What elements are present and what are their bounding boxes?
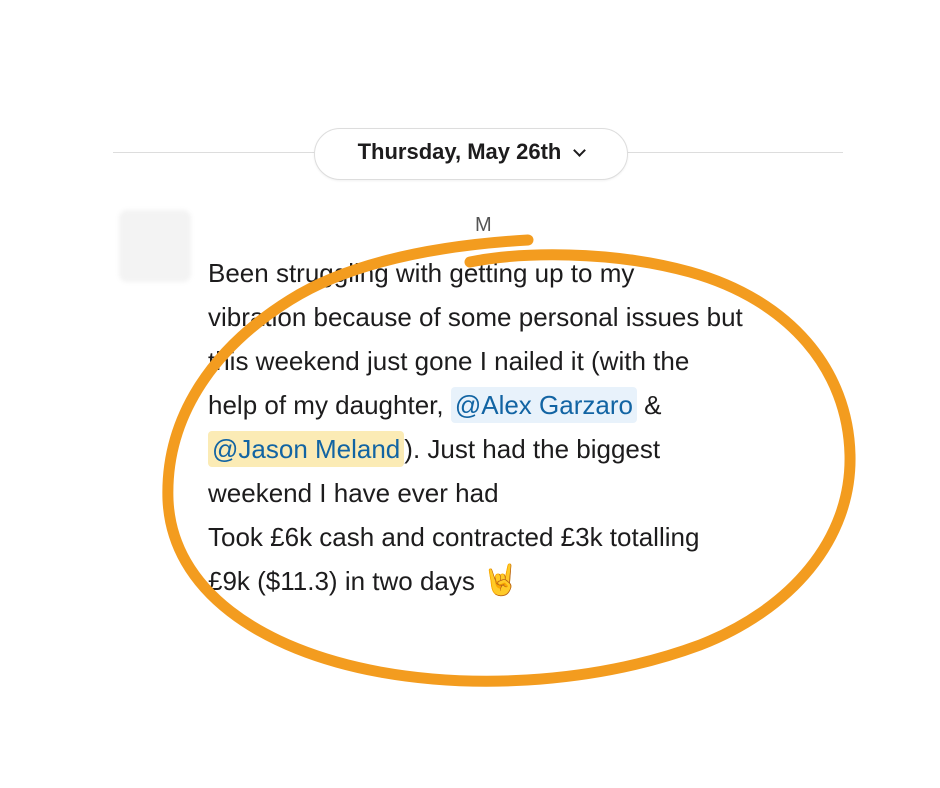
message-text: help of my daughter,: [208, 390, 451, 420]
message-line: Took £6k cash and contracted £3k totalli…: [208, 522, 700, 552]
mention-link-alex[interactable]: @Alex Garzaro: [450, 387, 637, 423]
message-line: weekend I have ever had: [208, 478, 499, 508]
message-line: this weekend just gone I nailed it (with…: [208, 346, 690, 376]
avatar[interactable]: [119, 210, 191, 282]
message-text: &: [636, 390, 662, 420]
message-line: vibration because of some personal issue…: [208, 302, 743, 332]
message-text: ). Just had the biggest: [404, 434, 661, 464]
rock-hand-emoji-icon: 🤘: [482, 564, 520, 597]
message-line: £9k ($11.3) in two days 🤘: [208, 559, 828, 603]
message-line: help of my daughter, @Alex Garzaro &: [208, 383, 828, 427]
chevron-down-icon: [573, 143, 587, 157]
message-line: @Jason Meland). Just had the biggest: [208, 427, 828, 471]
author-name[interactable]: M: [475, 214, 492, 237]
date-label: Thursday, May 26th: [357, 139, 562, 164]
message-text: £9k ($11.3) in two days: [208, 566, 475, 596]
message-body: Been struggling with getting up to my vi…: [208, 251, 828, 603]
mention-link-jason[interactable]: @Jason Meland: [208, 431, 405, 467]
date-divider-button[interactable]: Thursday, May 26th: [314, 128, 628, 180]
message-line: Been struggling with getting up to my: [208, 258, 635, 288]
